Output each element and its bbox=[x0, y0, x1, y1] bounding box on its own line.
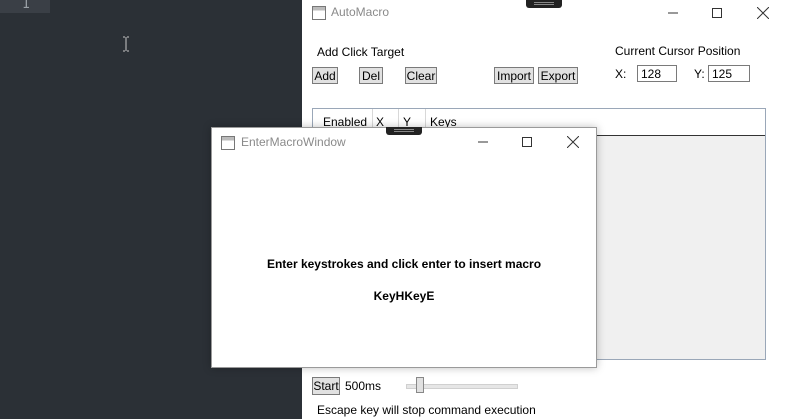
import-button[interactable]: Import bbox=[494, 67, 534, 84]
maximize-icon bbox=[712, 8, 722, 18]
maximize-button[interactable] bbox=[504, 129, 550, 155]
minimize-button[interactable] bbox=[460, 129, 506, 155]
escape-note: Escape key will stop command execution bbox=[317, 403, 536, 417]
window-icon bbox=[312, 6, 326, 20]
minimize-icon bbox=[668, 12, 678, 14]
clear-button[interactable]: Clear bbox=[405, 67, 437, 84]
enter-macro-dialog: EnterMacroWindow Enter keystrokes and cl… bbox=[211, 127, 597, 368]
window-icon bbox=[221, 136, 235, 150]
close-button[interactable] bbox=[740, 0, 786, 26]
export-button[interactable]: Export bbox=[538, 67, 578, 84]
cursor-position-label: Current Cursor Position bbox=[615, 44, 741, 58]
captured-keys-text: KeyHKeyE bbox=[373, 289, 435, 303]
start-button[interactable]: Start bbox=[312, 377, 340, 395]
drag-handle[interactable] bbox=[526, 0, 562, 8]
maximize-icon bbox=[522, 137, 532, 147]
add-button[interactable]: Add bbox=[312, 67, 338, 84]
cursor-y-field[interactable]: 125 bbox=[708, 65, 750, 82]
cursor-x-label: X: bbox=[615, 67, 627, 81]
minimize-button[interactable] bbox=[650, 0, 696, 26]
line-gutter: 1 bbox=[0, 0, 50, 13]
maximize-button[interactable] bbox=[694, 0, 740, 26]
dialog-title-bar[interactable]: EnterMacroWindow bbox=[212, 127, 596, 155]
instruction-text: Enter keystrokes and click enter to inse… bbox=[266, 257, 542, 271]
cursor-x-field[interactable]: 128 bbox=[637, 65, 677, 82]
minimize-icon bbox=[478, 141, 488, 143]
line-number: 1 bbox=[22, 0, 30, 12]
close-icon bbox=[567, 136, 579, 148]
dialog-title: EnterMacroWindow bbox=[241, 135, 346, 149]
add-click-target-label: Add Click Target bbox=[317, 45, 405, 59]
title-bar[interactable]: AutoMacro bbox=[302, 0, 794, 26]
text-cursor-icon bbox=[123, 36, 129, 52]
close-icon bbox=[757, 7, 769, 19]
close-button[interactable] bbox=[550, 129, 596, 155]
drag-handle[interactable] bbox=[386, 127, 422, 135]
window-title: AutoMacro bbox=[331, 5, 390, 19]
cursor-y-label: Y: bbox=[694, 67, 705, 81]
delete-button[interactable]: Del bbox=[359, 67, 383, 84]
interval-label: 500ms bbox=[345, 379, 382, 393]
interval-slider-thumb[interactable] bbox=[416, 377, 425, 393]
